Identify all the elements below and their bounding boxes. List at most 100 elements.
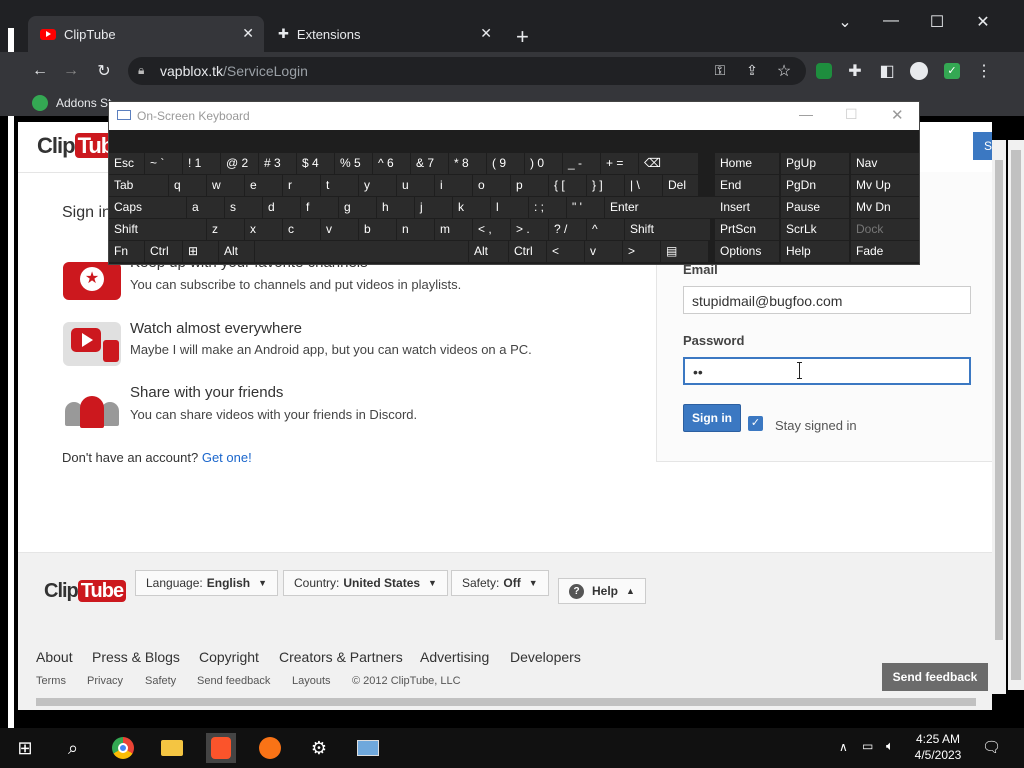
- osk-key[interactable]: h: [377, 197, 414, 218]
- footer-link-send-feedback[interactable]: Send feedback: [197, 675, 270, 687]
- extensions-icon[interactable]: ✚: [844, 61, 866, 81]
- remote-desktop-icon[interactable]: [353, 733, 383, 763]
- minimize-icon[interactable]: —: [876, 12, 906, 30]
- tab-search-icon[interactable]: ⌄: [830, 12, 860, 32]
- osk-key[interactable]: ^: [587, 219, 624, 240]
- osk-key[interactable]: Shift: [109, 219, 206, 240]
- osk-key[interactable]: @ 2: [221, 153, 258, 174]
- osk-key[interactable]: ^ 6: [373, 153, 410, 174]
- extension-lock-icon[interactable]: [816, 63, 832, 79]
- osk-nav-key[interactable]: Dock: [851, 219, 919, 240]
- footer-logo[interactable]: Clip Tube: [44, 580, 127, 603]
- osk-key[interactable]: { [: [549, 175, 586, 196]
- search-icon[interactable]: ⌕: [58, 733, 88, 763]
- osk-key[interactable]: k: [453, 197, 490, 218]
- url-text[interactable]: vapblox.tk/ServiceLogin: [160, 63, 308, 79]
- osk-key[interactable]: " ': [567, 197, 604, 218]
- signin-button[interactable]: Sign in: [683, 404, 741, 432]
- bookmark-addons[interactable]: Addons St: [56, 96, 111, 110]
- osk-key[interactable]: # 3: [259, 153, 296, 174]
- osk-key[interactable]: Esc: [109, 153, 144, 174]
- send-feedback-button[interactable]: Send feedback: [882, 663, 988, 691]
- file-explorer-icon[interactable]: [157, 733, 187, 763]
- osk-key[interactable]: Ctrl: [509, 241, 546, 262]
- osk-key[interactable]: x: [245, 219, 282, 240]
- osk-key[interactable]: >: [623, 241, 660, 262]
- osk-key[interactable]: Enter: [605, 197, 722, 218]
- osk-key[interactable]: n: [397, 219, 434, 240]
- on-screen-keyboard[interactable]: On-Screen Keyboard — ☐ ✕ Esc ~ `! 1 @ 2 # 3…: [108, 101, 920, 265]
- close-window-icon[interactable]: ✕: [968, 12, 998, 32]
- osk-key[interactable]: g: [339, 197, 376, 218]
- osk-key[interactable]: p: [511, 175, 548, 196]
- osk-key[interactable]: * 8: [449, 153, 486, 174]
- osk-key[interactable]: f: [301, 197, 338, 218]
- osk-key[interactable]: d: [263, 197, 300, 218]
- osk-nav-key[interactable]: Mv Dn: [851, 197, 919, 218]
- osk-key[interactable]: Caps: [109, 197, 186, 218]
- osk-minimize-icon[interactable]: —: [799, 106, 813, 122]
- footer-link-copyright[interactable]: Copyright: [199, 649, 259, 665]
- osk-nav-key[interactable]: End: [715, 175, 779, 196]
- osk-key[interactable]: ~ `: [145, 153, 182, 174]
- osk-key[interactable]: Ctrl: [145, 241, 182, 262]
- osk-nav-key[interactable]: Mv Up: [851, 175, 919, 196]
- osk-key[interactable]: e: [245, 175, 282, 196]
- osk-key[interactable]: m: [435, 219, 472, 240]
- share-icon[interactable]: ⇪: [741, 62, 763, 79]
- header-signin-button[interactable]: S: [973, 132, 992, 160]
- osk-key[interactable]: <: [547, 241, 584, 262]
- footer-link-terms[interactable]: Terms: [36, 675, 66, 687]
- close-tab-icon[interactable]: ✕: [480, 25, 492, 42]
- osk-nav-key[interactable]: PgDn: [781, 175, 849, 196]
- osk-nav-key[interactable]: Fade: [851, 241, 919, 262]
- lock-icon[interactable]: 🔒︎: [138, 63, 144, 78]
- osk-key[interactable]: i: [435, 175, 472, 196]
- get-one-link[interactable]: Get one!: [202, 450, 252, 465]
- osk-key[interactable]: ! 1: [183, 153, 220, 174]
- osk-key[interactable]: z: [207, 219, 244, 240]
- osk-maximize-icon[interactable]: ☐: [845, 106, 858, 123]
- osk-key[interactable]: [255, 241, 468, 262]
- osk-nav-key[interactable]: PrtScn: [715, 219, 779, 240]
- brave-app-icon[interactable]: [206, 733, 236, 763]
- footer-link-layouts[interactable]: Layouts: [292, 675, 331, 687]
- osk-key[interactable]: + =: [601, 153, 638, 174]
- osk-key[interactable]: Alt: [469, 241, 508, 262]
- footer-link-safety[interactable]: Safety: [145, 675, 176, 687]
- osk-nav-key[interactable]: Insert: [715, 197, 779, 218]
- osk-key[interactable]: a: [187, 197, 224, 218]
- osk-nav-key[interactable]: ScrLk: [781, 219, 849, 240]
- osk-key[interactable]: ( 9: [487, 153, 524, 174]
- osk-key[interactable]: l: [491, 197, 528, 218]
- osk-nav-key[interactable]: Options: [715, 241, 779, 262]
- forward-icon[interactable]: →: [60, 62, 82, 80]
- osk-nav-key[interactable]: Pause: [781, 197, 849, 218]
- key-icon[interactable]: ⚿: [709, 62, 731, 79]
- shield-check-icon[interactable]: ✓: [944, 63, 960, 79]
- osk-nav-key[interactable]: Home: [715, 153, 779, 174]
- osk-key[interactable]: } ]: [587, 175, 624, 196]
- back-icon[interactable]: ←: [29, 62, 51, 80]
- osk-close-icon[interactable]: ✕: [891, 106, 904, 124]
- osk-key[interactable]: t: [321, 175, 358, 196]
- clock[interactable]: 4:25 AM 4/5/2023: [912, 731, 964, 763]
- osk-key[interactable]: Tab: [109, 175, 168, 196]
- footer-link-press[interactable]: Press & Blogs: [92, 649, 180, 665]
- window-scrollbar[interactable]: [1008, 140, 1024, 690]
- bookmark-star-icon[interactable]: ☆: [773, 61, 795, 81]
- settings-gear-icon[interactable]: ⚙: [304, 733, 334, 763]
- osk-key[interactable]: ⊞: [183, 241, 218, 262]
- osk-key[interactable]: b: [359, 219, 396, 240]
- tab-cliptube[interactable]: ClipTube ✕: [28, 16, 264, 52]
- osk-key[interactable]: c: [283, 219, 320, 240]
- osk-key[interactable]: ? /: [549, 219, 586, 240]
- footer-link-developers[interactable]: Developers: [510, 649, 581, 665]
- osk-key[interactable]: Fn: [109, 241, 144, 262]
- footer-link-creators[interactable]: Creators & Partners: [279, 649, 403, 665]
- maximize-icon[interactable]: ☐: [922, 12, 952, 32]
- osk-key[interactable]: : ;: [529, 197, 566, 218]
- osk-key[interactable]: j: [415, 197, 452, 218]
- osk-titlebar[interactable]: On-Screen Keyboard — ☐ ✕: [109, 102, 919, 130]
- osk-key[interactable]: ▤: [661, 241, 708, 262]
